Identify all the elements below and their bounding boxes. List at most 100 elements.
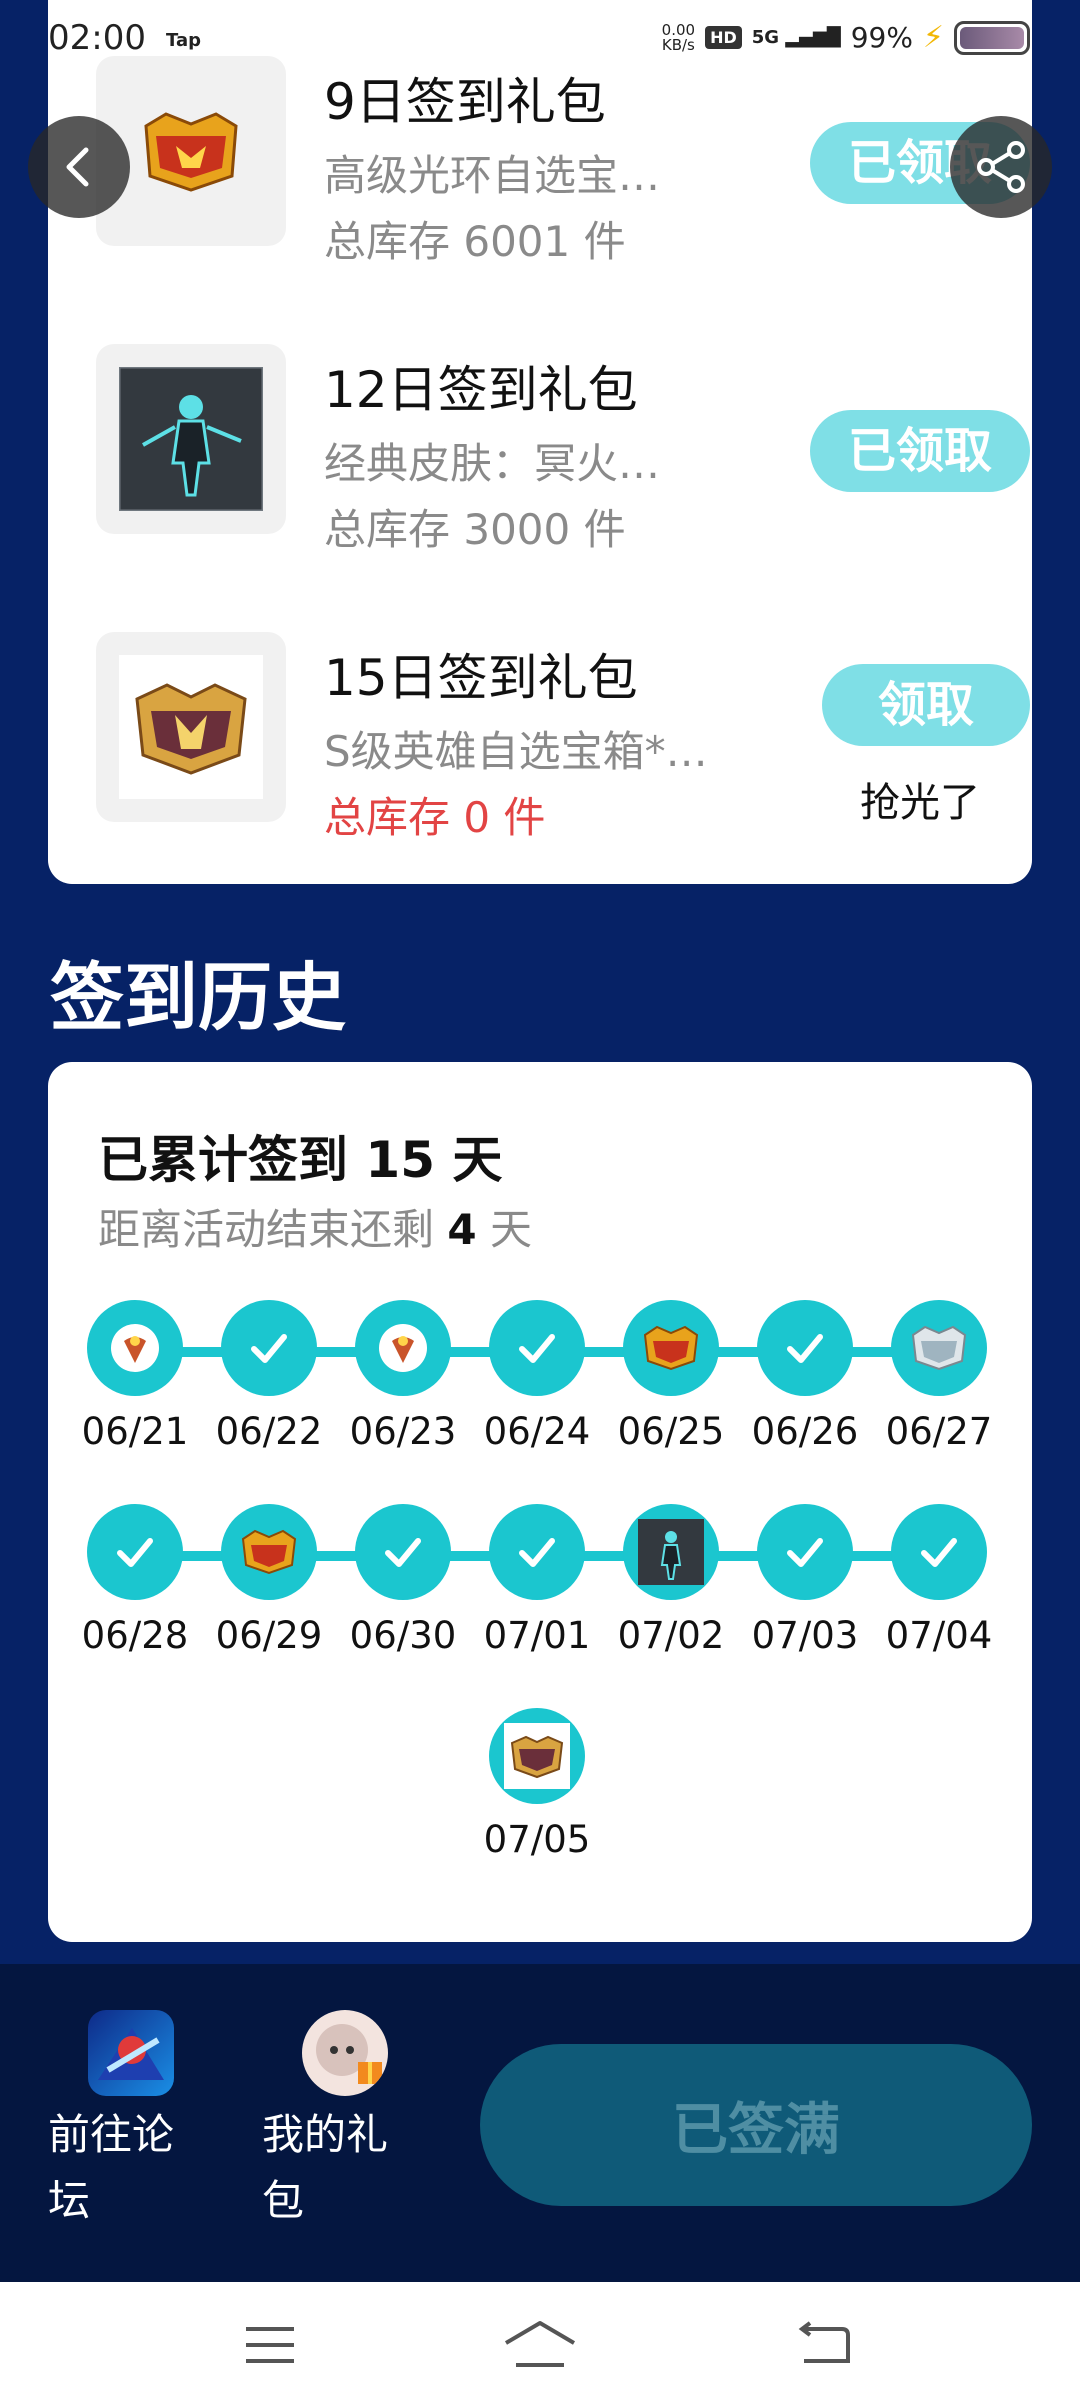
menu-icon: [246, 2327, 294, 2363]
forum-label: 前往论坛: [48, 2110, 175, 2225]
gift-title: 12日签到礼包: [324, 361, 638, 419]
back-nav-button[interactable]: [784, 2312, 864, 2378]
checkin-day: 06/25: [601, 1300, 741, 1453]
net-speed: 0.00 KB/s: [661, 22, 695, 54]
checkin-date: 07/02: [617, 1614, 725, 1657]
app-tag: Tap: [166, 30, 201, 51]
hero-chest-icon: [489, 1708, 585, 1804]
checkin-date: 06/25: [617, 1410, 725, 1453]
gift-row-12day: 12日签到礼包 经典皮肤：冥火… 总库存 3000 件 已领取: [96, 344, 1030, 554]
check-icon: [221, 1300, 317, 1396]
bottom-action-bar: 前往论坛 我的礼包 已签满: [0, 1964, 1080, 2282]
sold-out-label: 抢光了: [860, 780, 980, 826]
total-checkin-text: 已累计签到 15 天: [98, 1131, 503, 1189]
check-icon: [757, 1300, 853, 1396]
battery-icon: [954, 20, 1030, 55]
avatar-gift-icon: [302, 2010, 388, 2096]
claimed-button[interactable]: 已领取: [810, 410, 1030, 492]
hero-chest-icon: [119, 655, 263, 799]
checkin-date: 06/21: [81, 1410, 189, 1453]
gift-stock: 总库存 0 件: [324, 793, 546, 842]
checkin-day: 06/29: [199, 1504, 339, 1657]
checkin-day: 06/23: [333, 1300, 473, 1453]
signal-label: 5G: [751, 27, 780, 48]
remaining-prefix: 距离活动结束还剩: [98, 1205, 435, 1254]
share-button[interactable]: [950, 116, 1052, 218]
reward-item-icon: [87, 1300, 183, 1396]
gift-list-card: 9日签到礼包 高级光环自选宝… 总库存 6001 件 已领取 12日签到礼包 经…: [48, 0, 1032, 884]
back-button[interactable]: [28, 116, 130, 218]
system-navigation-bar: [0, 2282, 1080, 2408]
skin-portrait-icon: [119, 367, 263, 511]
checkin-day: 07/04: [869, 1504, 1009, 1657]
forum-link[interactable]: 前往论坛: [48, 2010, 198, 2234]
checkin-date: 06/30: [349, 1614, 457, 1657]
checkin-day: 07/01: [467, 1504, 607, 1657]
checkin-date: 06/22: [215, 1410, 323, 1453]
check-icon: [489, 1300, 585, 1396]
checkin-day: 07/05: [467, 1708, 607, 1861]
check-icon: [355, 1504, 451, 1600]
golden-chest-icon: [221, 1504, 317, 1600]
signed-full-button[interactable]: 已签满: [480, 2044, 1032, 2206]
game-icon: [88, 2010, 174, 2096]
gift-row-9day: 9日签到礼包 高级光环自选宝… 总库存 6001 件 已领取: [96, 56, 1030, 266]
check-icon: [757, 1504, 853, 1600]
check-icon: [489, 1504, 585, 1600]
check-icon: [87, 1504, 183, 1600]
battery-percent: 99%: [850, 21, 913, 54]
signal-icon: 5G ▂▄▆█: [751, 27, 841, 48]
gift-thumbnail: [96, 344, 286, 534]
remaining-suffix: 天: [489, 1205, 532, 1254]
section-title: 签到历史: [50, 955, 346, 1041]
checkin-day: 06/21: [65, 1300, 205, 1453]
chevron-left-icon: [66, 147, 89, 187]
gift-thumbnail: [96, 632, 286, 822]
checkin-day: 06/26: [735, 1300, 875, 1453]
reward-item-icon: [355, 1300, 451, 1396]
checkin-day: 06/22: [199, 1300, 339, 1453]
skin-portrait-icon: [623, 1504, 719, 1600]
checkin-history-card: 已累计签到 15 天 距离活动结束还剩 4 天 06/21 06/22 06/23 0…: [48, 1062, 1032, 1942]
home-icon: [504, 2321, 576, 2367]
checkin-date: 06/24: [483, 1410, 591, 1453]
menu-button[interactable]: [230, 2312, 310, 2378]
remaining-days: 4: [447, 1205, 477, 1254]
my-gifts-link[interactable]: 我的礼包: [262, 2010, 412, 2234]
gift-description: 经典皮肤：冥火…: [324, 439, 661, 488]
return-icon: [798, 2321, 850, 2363]
status-time: 02:00: [48, 18, 146, 58]
golden-chest-icon: [144, 112, 238, 192]
golden-chest-icon: [623, 1300, 719, 1396]
checkin-date: 07/04: [885, 1614, 993, 1657]
claim-button[interactable]: 领取: [822, 664, 1030, 746]
gift-stock: 总库存 6001 件: [324, 217, 626, 266]
checkin-date: 06/29: [215, 1614, 323, 1657]
checkin-day: 06/28: [65, 1504, 205, 1657]
home-button[interactable]: [500, 2312, 580, 2378]
checkin-date: 06/28: [81, 1614, 189, 1657]
gift-description: 高级光环自选宝…: [324, 151, 661, 200]
checkin-date: 06/27: [885, 1410, 993, 1453]
my-gifts-label: 我的礼包: [262, 2110, 389, 2225]
checkin-date: 07/01: [483, 1614, 591, 1657]
gift-stock: 总库存 3000 件: [324, 505, 626, 554]
checkin-day: 07/02: [601, 1504, 741, 1657]
checkin-day: 06/30: [333, 1504, 473, 1657]
checkin-date: 07/05: [483, 1818, 591, 1861]
net-speed-unit: KB/s: [661, 35, 695, 54]
checkin-day: 06/27: [869, 1300, 1009, 1453]
remaining-days-text: 距离活动结束还剩 4 天: [98, 1196, 532, 1257]
checkin-date: 07/03: [751, 1614, 859, 1657]
share-icon: [977, 141, 1025, 193]
silver-chest-icon: [891, 1300, 987, 1396]
check-icon: [891, 1504, 987, 1600]
hd-icon: HD: [705, 26, 742, 49]
status-icons: 0.00 KB/s HD 5G ▂▄▆█ 99% ⚡: [662, 20, 1030, 55]
checkin-date: 06/23: [349, 1410, 457, 1453]
status-bar: 02:00 Tap 0.00 KB/s HD 5G ▂▄▆█ 99% ⚡: [0, 0, 1080, 80]
checkin-day: 06/24: [467, 1300, 607, 1453]
gift-row-15day: 15日签到礼包 S级英雄自选宝箱*… 总库存 0 件 领取 抢光了: [96, 632, 1030, 842]
charging-icon: ⚡: [922, 20, 944, 55]
checkin-date: 06/26: [751, 1410, 859, 1453]
